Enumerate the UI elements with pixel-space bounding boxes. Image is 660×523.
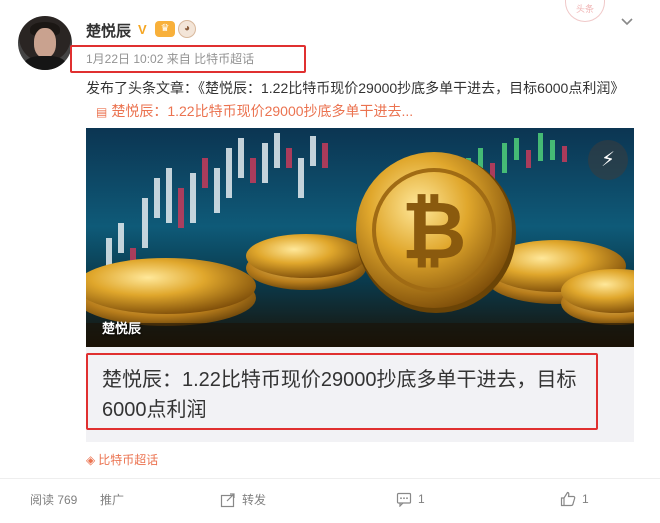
lightning-icon[interactable]: ⚡ xyxy=(588,140,628,180)
chevron-down-icon[interactable] xyxy=(620,15,634,29)
svg-text:₿: ₿ xyxy=(401,184,466,277)
topic-label[interactable]: 比特币超话 xyxy=(98,453,158,467)
like-button[interactable]: 1 xyxy=(560,491,589,507)
promote-label: 推广 xyxy=(100,493,125,507)
post-footer: 阅读 769 推广 转发 1 1 xyxy=(0,478,660,523)
promote-button[interactable]: 推广 xyxy=(100,491,124,508)
post-body: 发布了头条文章：《楚悦辰：1.22比特币现价29000抄底多单干进去，目标600… xyxy=(86,77,646,124)
post-source[interactable]: 来自 比特币超话 xyxy=(167,52,254,66)
share-label: 转发 xyxy=(242,493,267,507)
topic-eye-icon: ◈ xyxy=(86,453,96,467)
thumbs-up-icon xyxy=(560,491,576,507)
user-avatar[interactable] xyxy=(18,16,72,70)
vip-badge-icon[interactable]: ♛ xyxy=(155,21,175,37)
post-time[interactable]: 1月22日 10:02 xyxy=(86,52,163,66)
article-link-icon: ▤ xyxy=(96,105,108,119)
topic-tag[interactable]: ◈ 比特币超话 xyxy=(86,451,158,468)
stamp-watermark: 头条 xyxy=(565,0,605,22)
comment-count: 1 xyxy=(418,492,425,506)
cover-caption: 楚悦辰 xyxy=(102,321,142,336)
read-count-label: 阅读 769 xyxy=(30,493,78,507)
post-meta: 1月22日 10:02 来自 比特币超话 xyxy=(86,50,254,67)
comment-icon xyxy=(396,492,412,507)
weibo-post-card: 楚悦辰 V ♛ ◕ 头条 1月22日 10:02 来自 比特币超话 发布了头条文… xyxy=(0,0,660,523)
share-button[interactable]: 转发 xyxy=(220,491,266,508)
post-text: 发布了头条文章：《楚悦辰：1.22比特币现价29000抄底多单干进去，目标600… xyxy=(86,80,625,96)
username[interactable]: 楚悦辰 xyxy=(86,20,131,41)
share-icon xyxy=(220,492,235,507)
article-cover-image[interactable]: ₿ ⚡ 楚悦辰 xyxy=(86,128,634,347)
read-count: 阅读 769 xyxy=(30,491,77,508)
verified-badge-icon[interactable]: V xyxy=(138,22,147,37)
article-link[interactable]: 楚悦辰：1.22比特币现价29000抄底多单干进去... xyxy=(111,103,413,119)
article-title[interactable]: 楚悦辰：1.22比特币现价29000抄底多单干进去，目标6000点利润 xyxy=(102,365,597,425)
like-count: 1 xyxy=(582,492,589,506)
comment-button[interactable]: 1 xyxy=(396,491,425,507)
bitcoin-cover-illustration: ₿ xyxy=(86,133,634,347)
article-card[interactable]: ₿ ⚡ 楚悦辰 楚悦辰：1.22比特币现价29000抄底多单干进去，目标6000… xyxy=(86,128,634,442)
monkey-badge-icon[interactable]: ◕ xyxy=(178,20,196,38)
